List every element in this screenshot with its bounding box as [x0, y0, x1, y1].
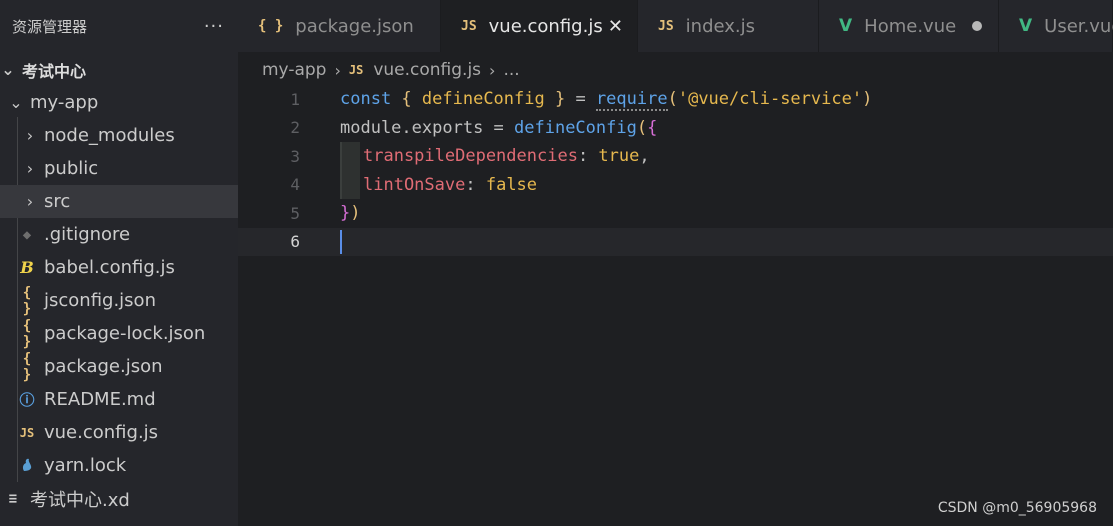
tree-item-label: node_modules: [44, 125, 175, 146]
json-icon: { }: [258, 18, 284, 34]
tree-item-vue-config[interactable]: JS vue.config.js: [0, 416, 238, 449]
code-text[interactable]: module.exports = defineConfig({: [340, 118, 657, 138]
chevron-down-icon: ⌄: [9, 93, 23, 112]
breadcrumb-more[interactable]: ...: [503, 60, 519, 80]
code-text[interactable]: const { defineConfig } = require('@vue/c…: [340, 89, 872, 112]
code-line-current[interactable]: 6: [238, 227, 1113, 256]
line-number: 1: [290, 89, 300, 109]
code-line[interactable]: 1 const { defineConfig } = require('@vue…: [238, 85, 1113, 114]
line-number: 5: [290, 203, 300, 223]
js-icon: JS: [461, 18, 477, 34]
workspace-root[interactable]: ⌄ 考试中心: [0, 53, 238, 86]
close-icon[interactable]: ✕: [608, 16, 623, 37]
line-number: 3: [290, 146, 300, 166]
tab-package-json[interactable]: { } package.json: [238, 0, 441, 52]
workspace-root-label: 考试中心: [22, 61, 87, 81]
tab-label: Home.vue: [864, 15, 957, 37]
tree-item-readme[interactable]: ⓘ README.md: [0, 383, 238, 416]
tab-label: index.js: [685, 15, 756, 37]
indent-guide: [340, 142, 360, 171]
tree-item-jsconfig[interactable]: { } jsconfig.json: [0, 284, 238, 317]
tree-item-label: vue.config.js: [44, 422, 159, 443]
chevron-right-icon: ›: [26, 159, 34, 178]
breadcrumb: my-app › JS vue.config.js › ...: [262, 58, 520, 82]
editor-tabs: { } package.json JS vue.config.js ✕ JS i…: [238, 0, 1113, 52]
more-actions-button[interactable]: ···: [204, 16, 224, 37]
line-number: 6: [290, 232, 300, 252]
tree-item-gitignore[interactable]: ◆ .gitignore: [0, 218, 238, 251]
tab-vue-config[interactable]: JS vue.config.js ✕: [441, 0, 638, 52]
tree-item-package-json[interactable]: { } package.json: [0, 350, 238, 383]
indent-guide: [340, 170, 360, 199]
folder-label: my-app: [30, 92, 99, 113]
code-text[interactable]: transpileDependencies: true,: [363, 146, 650, 166]
code-line[interactable]: 5 }): [238, 199, 1113, 228]
chevron-right-icon: ›: [26, 126, 34, 145]
vue-icon: V: [839, 16, 853, 36]
code-line[interactable]: 4 lintOnSave: false: [238, 170, 1113, 199]
tab-label: User.vue: [1044, 15, 1113, 37]
tree-item-xd-file[interactable]: ≡ 考试中心.xd: [0, 482, 238, 515]
code-text[interactable]: }): [340, 203, 361, 223]
chevron-right-icon: ›: [26, 192, 34, 211]
breadcrumb-separator-icon: ›: [334, 60, 341, 80]
breadcrumb-folder[interactable]: my-app: [262, 60, 326, 80]
tree-item-label: package.json: [44, 356, 163, 377]
tree-item-label: public: [44, 158, 99, 179]
explorer-header: 资源管理器 ···: [0, 0, 238, 52]
tree-item-label: .gitignore: [44, 224, 131, 245]
explorer-sidebar: 资源管理器 ··· ⌄ 考试中心 ⌄ my-app › node_modules…: [0, 0, 238, 526]
tree-item-yarn-lock[interactable]: yarn.lock: [0, 449, 238, 482]
js-icon: JS: [658, 18, 674, 34]
line-number: 2: [290, 118, 300, 138]
js-icon: JS: [348, 63, 364, 77]
tab-home-vue[interactable]: V Home.vue: [819, 0, 999, 52]
babel-icon: B: [20, 258, 34, 277]
folder-my-app[interactable]: ⌄ my-app: [0, 86, 238, 119]
vue-icon: V: [1019, 16, 1033, 36]
tree-item-babel-config[interactable]: B babel.config.js: [0, 251, 238, 284]
tree-item-label: yarn.lock: [44, 455, 127, 476]
lines-icon: ≡: [8, 490, 18, 507]
tree-item-label: README.md: [44, 389, 156, 410]
tab-index-js[interactable]: JS index.js: [638, 0, 819, 52]
tree-item-label: 考试中心.xd: [30, 489, 130, 511]
tree-item-label: package-lock.json: [44, 323, 206, 344]
json-icon: { }: [22, 350, 32, 383]
js-icon: JS: [19, 425, 35, 440]
info-icon: ⓘ: [19, 391, 35, 409]
code-text[interactable]: lintOnSave: false: [363, 175, 537, 195]
code-line[interactable]: 3 transpileDependencies: true,: [238, 142, 1113, 171]
text-cursor: [340, 229, 342, 254]
watermark: CSDN @m0_56905968: [937, 500, 1097, 516]
unsaved-dot-icon[interactable]: [972, 21, 982, 31]
breadcrumb-file[interactable]: vue.config.js: [373, 60, 481, 80]
tab-label: package.json: [295, 15, 414, 37]
json-icon: { }: [22, 284, 32, 317]
tree-item-public[interactable]: › public: [0, 152, 238, 185]
yarn-icon: [18, 456, 36, 476]
tab-user-vue[interactable]: V User.vue: [999, 0, 1113, 52]
tree-item-label: babel.config.js: [44, 257, 175, 278]
tree-item-src[interactable]: › src: [0, 185, 238, 218]
code-editor[interactable]: 1 const { defineConfig } = require('@vue…: [238, 85, 1113, 526]
breadcrumb-separator-icon: ›: [489, 60, 496, 80]
tree-item-node-modules[interactable]: › node_modules: [0, 119, 238, 152]
json-icon: { }: [22, 317, 32, 350]
tree-item-label: src: [44, 191, 71, 212]
tree-item-package-lock[interactable]: { } package-lock.json: [0, 317, 238, 350]
explorer-title: 资源管理器: [12, 17, 88, 36]
tab-label: vue.config.js: [488, 15, 603, 37]
git-icon: ◆: [22, 226, 32, 243]
line-number: 4: [290, 175, 300, 195]
code-line[interactable]: 2 module.exports = defineConfig({: [238, 114, 1113, 143]
chevron-down-icon: ⌄: [1, 60, 15, 79]
tree-item-label: jsconfig.json: [44, 290, 156, 311]
